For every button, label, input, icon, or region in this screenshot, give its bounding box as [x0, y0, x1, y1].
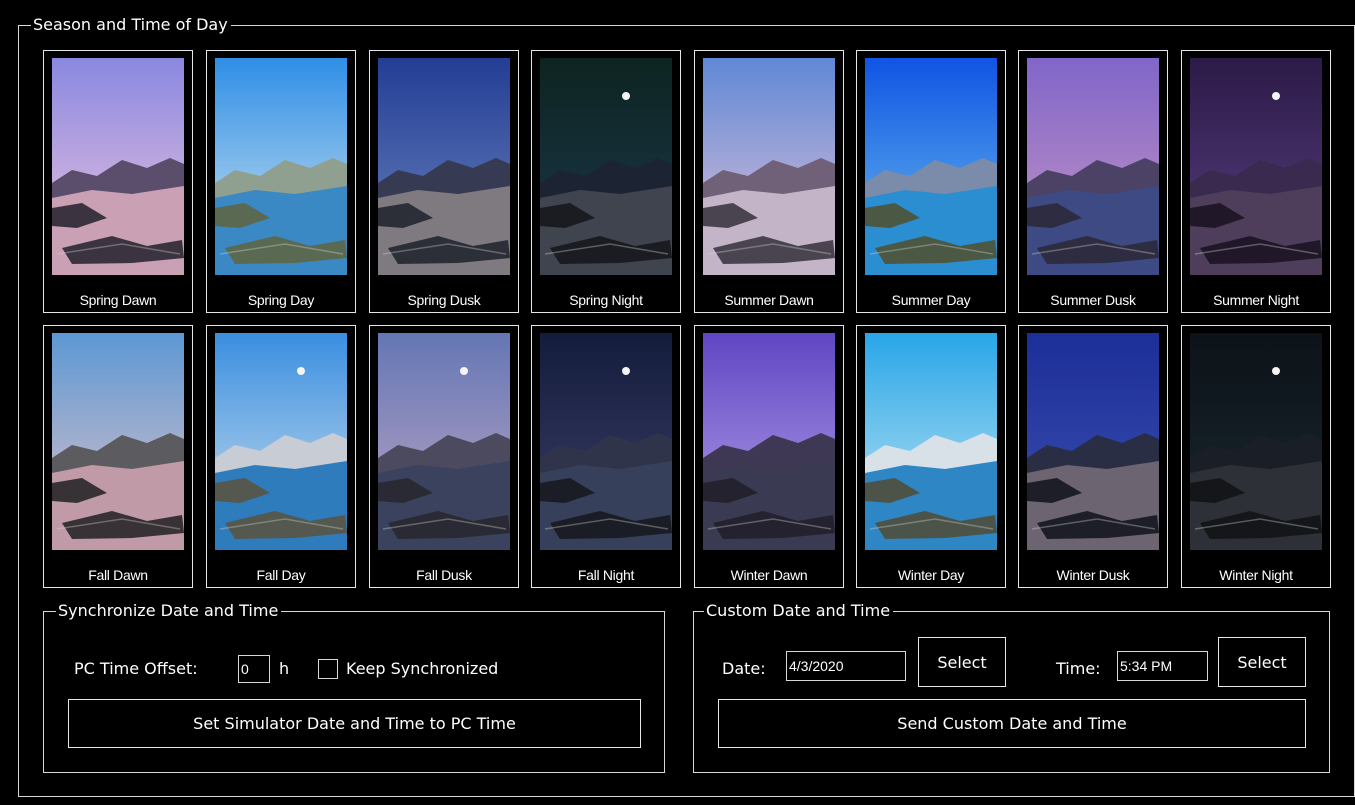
preset-winter-day-thumbnail — [865, 333, 997, 550]
preset-winter-night-thumbnail — [1190, 333, 1322, 550]
preset-spring-night-thumbnail — [540, 58, 672, 275]
preset-winter-dusk-thumbnail — [1027, 333, 1159, 550]
preset-fall-day-thumbnail — [215, 333, 347, 550]
preset-fall-day-tile[interactable]: Fall Day — [206, 325, 356, 588]
preset-winter-dusk-label: Winter Dusk — [1056, 567, 1130, 583]
preset-fall-night-tile[interactable]: Fall Night — [531, 325, 681, 588]
preset-spring-dusk-thumbnail — [378, 58, 510, 275]
time-label: Time: — [1056, 659, 1101, 678]
preset-spring-day-tile[interactable]: Spring Day — [206, 50, 356, 313]
preset-summer-night-label: Summer Night — [1213, 292, 1299, 308]
pc-time-offset-label: PC Time Offset: — [74, 659, 198, 678]
time-input[interactable]: 5:34 PM — [1117, 651, 1208, 681]
date-input[interactable]: 4/3/2020 — [786, 651, 906, 681]
set-sim-time-button[interactable]: Set Simulator Date and Time to PC Time — [68, 699, 641, 748]
preset-winter-night-label: Winter Night — [1219, 567, 1293, 583]
preset-fall-dawn-thumbnail — [52, 333, 184, 550]
custom-group: Custom Date and Time — [693, 601, 1330, 773]
preset-spring-dawn-thumbnail — [52, 58, 184, 275]
preset-fall-dusk-label: Fall Dusk — [416, 567, 472, 583]
preset-summer-day-thumbnail — [865, 58, 997, 275]
preset-summer-dusk-tile[interactable]: Summer Dusk — [1018, 50, 1168, 313]
preset-spring-dusk-tile[interactable]: Spring Dusk — [369, 50, 519, 313]
preset-fall-dawn-label: Fall Dawn — [88, 567, 148, 583]
preset-winter-day-label: Winter Day — [897, 567, 965, 583]
preset-fall-dawn-tile[interactable]: Fall Dawn — [43, 325, 193, 588]
send-custom-time-button[interactable]: Send Custom Date and Time — [718, 699, 1306, 748]
preset-winter-dawn-label: Winter Dawn — [730, 567, 808, 583]
custom-group-title: Custom Date and Time — [704, 601, 894, 621]
preset-spring-night-tile[interactable]: Spring Night — [531, 50, 681, 313]
preset-winter-day-tile[interactable]: Winter Day — [856, 325, 1006, 588]
time-select-button[interactable]: Select — [1218, 637, 1306, 687]
preset-fall-night-label: Fall Night — [577, 567, 635, 583]
preset-winter-dusk-tile[interactable]: Winter Dusk — [1018, 325, 1168, 588]
preset-winter-dawn-thumbnail — [703, 333, 835, 550]
preset-fall-day-label: Fall Day — [256, 567, 306, 583]
preset-spring-dawn-label: Spring Dawn — [79, 292, 157, 308]
date-label: Date: — [722, 659, 766, 678]
preset-spring-day-label: Spring Day — [247, 292, 315, 308]
preset-fall-dusk-tile[interactable]: Fall Dusk — [369, 325, 519, 588]
offset-unit-label: h — [279, 659, 290, 678]
preset-summer-dawn-thumbnail — [703, 58, 835, 275]
preset-summer-day-tile[interactable]: Summer Day — [856, 50, 1006, 313]
preset-summer-dusk-thumbnail — [1027, 58, 1159, 275]
preset-summer-dusk-label: Summer Dusk — [1050, 292, 1136, 308]
preset-summer-night-thumbnail — [1190, 58, 1322, 275]
keep-synchronized-label: Keep Synchronized — [346, 659, 499, 678]
preset-winter-dawn-tile[interactable]: Winter Dawn — [694, 325, 844, 588]
preset-winter-night-tile[interactable]: Winter Night — [1181, 325, 1331, 588]
sync-group: Synchronize Date and Time — [43, 601, 665, 773]
preset-summer-night-tile[interactable]: Summer Night — [1181, 50, 1331, 313]
preset-summer-dawn-label: Summer Dawn — [724, 292, 814, 308]
preset-spring-night-label: Spring Night — [569, 292, 643, 308]
preset-fall-night-thumbnail — [540, 333, 672, 550]
preset-spring-day-thumbnail — [215, 58, 347, 275]
keep-synchronized-checkbox[interactable] — [318, 659, 338, 679]
pc-time-offset-input[interactable]: 0 — [238, 655, 270, 683]
preset-fall-dusk-thumbnail — [378, 333, 510, 550]
date-select-button[interactable]: Select — [918, 637, 1006, 687]
preset-spring-dusk-label: Spring Dusk — [407, 292, 481, 308]
sync-group-title: Synchronize Date and Time — [56, 601, 282, 621]
season-time-group-title: Season and Time of Day — [31, 15, 231, 35]
preset-summer-day-label: Summer Day — [891, 292, 971, 308]
preset-summer-dawn-tile[interactable]: Summer Dawn — [694, 50, 844, 313]
preset-spring-dawn-tile[interactable]: Spring Dawn — [43, 50, 193, 313]
